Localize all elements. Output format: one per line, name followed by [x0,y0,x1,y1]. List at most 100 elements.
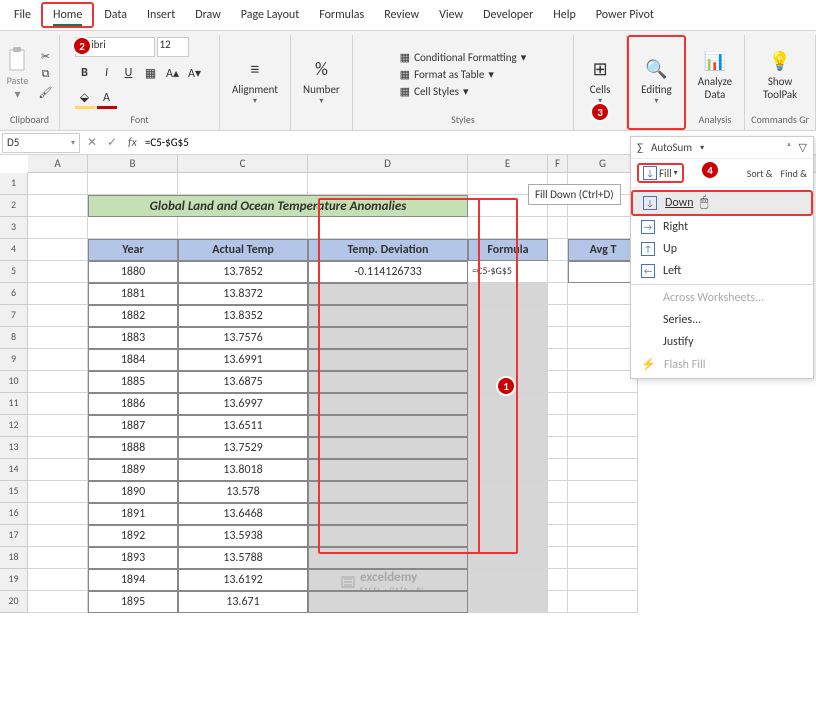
cell-avg-6[interactable] [568,283,638,305]
col-d[interactable]: D [308,155,468,172]
enter-formula-icon[interactable]: ✓ [102,135,122,150]
cell-actual-5[interactable]: 13.7852 [178,261,308,283]
hdr-deviation[interactable]: Temp. Deviation [308,239,468,261]
menu-review[interactable]: Review [374,4,429,26]
cell-year-16[interactable]: 1891 [88,503,178,525]
cell-actual-9[interactable]: 13.6991 [178,349,308,371]
cell-dev-5[interactable]: -0.114126733 [308,261,468,283]
menu-draw[interactable]: Draw [185,4,231,26]
cell-avg-18[interactable] [568,547,638,569]
cell-dev-14[interactable] [308,459,468,481]
cell-formula-20[interactable] [468,591,548,613]
cut-icon[interactable]: ✂ [38,48,54,64]
name-box[interactable]: D5▾ [2,133,80,153]
border-button[interactable]: ▦ [141,63,161,83]
cells-button[interactable]: ⊞ Cells ▾ [580,53,620,108]
row-hdr-6[interactable]: 6 [0,283,28,305]
cell-avg-13[interactable] [568,437,638,459]
shrink-font-icon[interactable]: A▾ [185,63,205,83]
cell-dev-8[interactable] [308,327,468,349]
fill-color-button[interactable]: ⬙ [75,89,95,109]
hdr-year[interactable]: Year [88,239,178,261]
cell-year-12[interactable]: 1887 [88,415,178,437]
cell-actual-17[interactable]: 13.5938 [178,525,308,547]
cell-avg-9[interactable] [568,349,638,371]
cell-avg-15[interactable] [568,481,638,503]
menu-view[interactable]: View [429,4,473,26]
row-hdr-3[interactable]: 3 [0,217,28,239]
cell-avg-19[interactable] [568,569,638,591]
cell-year-7[interactable]: 1882 [88,305,178,327]
cell-year-13[interactable]: 1888 [88,437,178,459]
cell-dev-10[interactable] [308,371,468,393]
title-cell[interactable]: Global Land and Ocean Temperature Anomal… [88,195,468,217]
cell-avg-17[interactable] [568,525,638,547]
cell-dev-12[interactable] [308,415,468,437]
cell-actual-16[interactable]: 13.6468 [178,503,308,525]
cell-avg-10[interactable] [568,371,638,393]
row-hdr-20[interactable]: 20 [0,591,28,613]
cell-year-18[interactable]: 1893 [88,547,178,569]
editing-button[interactable]: 🔍 Editing ▾ [635,53,678,108]
cell-avg-20[interactable] [568,591,638,613]
cell-formula-19[interactable] [468,569,548,591]
row-hdr-7[interactable]: 7 [0,305,28,327]
col-g[interactable]: G [568,155,638,172]
cell-dev-11[interactable] [308,393,468,415]
row-hdr-18[interactable]: 18 [0,547,28,569]
col-b[interactable]: B [88,155,178,172]
fill-down-item[interactable]: ↓Down [631,190,813,216]
underline-button[interactable]: U [119,63,139,83]
cancel-formula-icon[interactable]: ✕ [82,135,102,150]
cell-actual-19[interactable]: 13.6192 [178,569,308,591]
fill-button[interactable]: ↓Fill▾ [637,163,684,183]
row-hdr-8[interactable]: 8 [0,327,28,349]
cell-dev-17[interactable] [308,525,468,547]
cell-dev-13[interactable] [308,437,468,459]
hdr-avg[interactable]: Avg T [568,239,638,261]
cell-year-20[interactable]: 1895 [88,591,178,613]
cell-year-15[interactable]: 1890 [88,481,178,503]
font-size-select[interactable]: 12 [157,37,189,57]
fill-series-item[interactable]: Series... [631,309,813,331]
cell-actual-20[interactable]: 13.671 [178,591,308,613]
cell-avg-16[interactable] [568,503,638,525]
cell-year-9[interactable]: 1884 [88,349,178,371]
col-f[interactable]: F [548,155,568,172]
cell-actual-8[interactable]: 13.7576 [178,327,308,349]
cell-actual-14[interactable]: 13.8018 [178,459,308,481]
fill-right-item[interactable]: →Right [631,216,813,238]
col-a[interactable]: A [28,155,88,172]
cell-year-5[interactable]: 1880 [88,261,178,283]
paste-button[interactable]: Paste ▾ [6,46,30,102]
menu-home[interactable]: Home [41,2,94,28]
row-hdr-2[interactable]: 2 [0,195,28,217]
cell-actual-12[interactable]: 13.6511 [178,415,308,437]
cell-dev-20[interactable] [308,591,468,613]
cell-year-8[interactable]: 1883 [88,327,178,349]
row-hdr-10[interactable]: 10 [0,371,28,393]
menu-pagelayout[interactable]: Page Layout [231,4,309,26]
cell-formula-14[interactable] [468,459,548,481]
cell-year-19[interactable]: 1894 [88,569,178,591]
cell-avg-5[interactable] [568,261,638,283]
cell-formula-17[interactable] [468,525,548,547]
cell-a1[interactable] [28,173,88,195]
grow-font-icon[interactable]: A▴ [163,63,183,83]
sort-icon[interactable]: ▽ [799,141,807,154]
cell-formula-12[interactable] [468,415,548,437]
row-hdr-17[interactable]: 17 [0,525,28,547]
cell-avg-12[interactable] [568,415,638,437]
menu-file[interactable]: File [4,4,41,26]
cell-year-6[interactable]: 1881 [88,283,178,305]
cell-actual-6[interactable]: 13.8372 [178,283,308,305]
row-hdr-1[interactable]: 1 [0,173,28,195]
show-toolpak-button[interactable]: 💡 Show ToolPak [757,45,803,103]
row-hdr-4[interactable]: 4 [0,239,28,261]
cell-formula-16[interactable] [468,503,548,525]
menu-help[interactable]: Help [543,4,586,26]
cell-year-11[interactable]: 1886 [88,393,178,415]
fill-left-item[interactable]: ←Left [631,260,813,282]
format-painter-icon[interactable]: 🖌 [38,84,54,100]
row-hdr-16[interactable]: 16 [0,503,28,525]
